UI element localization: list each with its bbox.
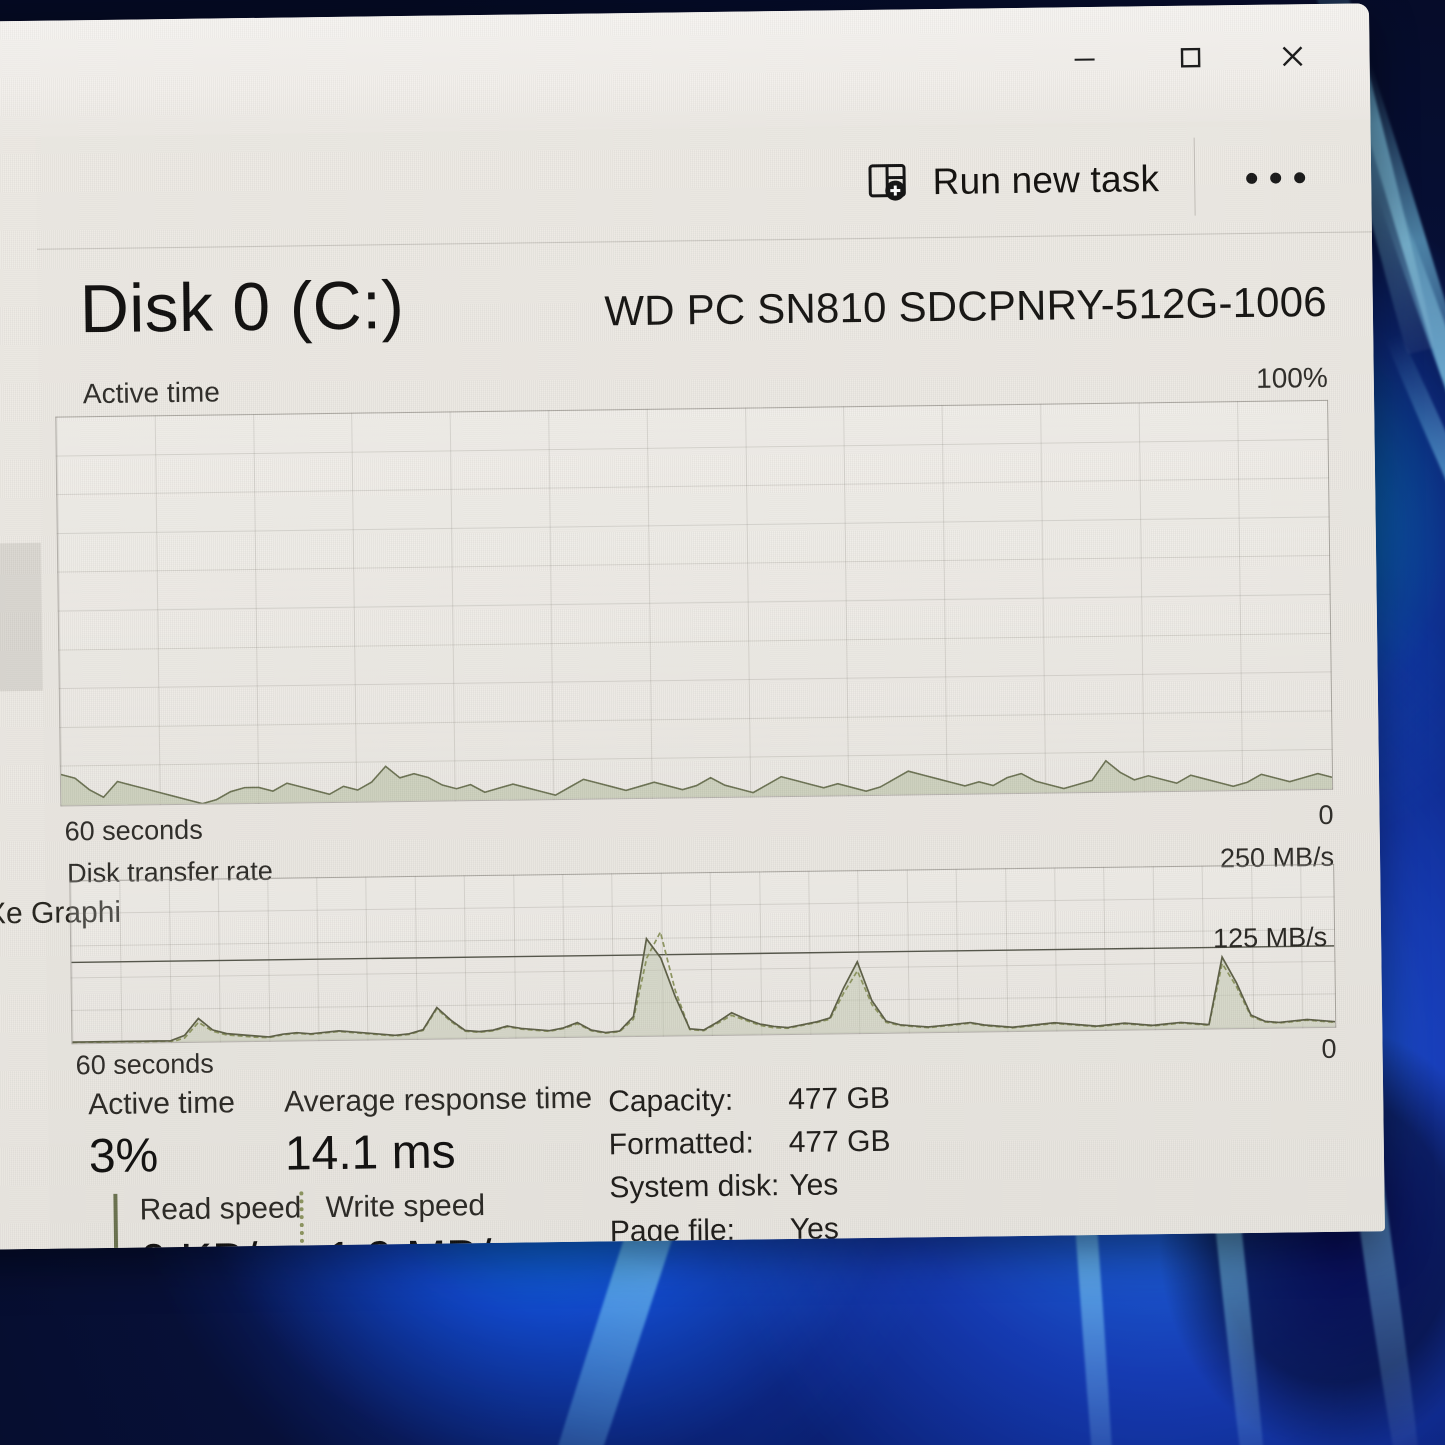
run-new-task-label: Run new task <box>932 158 1160 203</box>
stat-label: Active time <box>87 1086 236 1122</box>
stat-read-speed: Read speed 0 KB/s <box>113 1191 303 1253</box>
sidebar-item-cpu[interactable]: U 1.60 GHz <box>0 259 39 383</box>
page-title: Disk 0 (C:) <box>79 267 405 348</box>
toolbar-separator <box>1193 137 1196 216</box>
active-time-max: 100% <box>1255 361 1328 394</box>
info-value: 477 GB <box>788 1124 891 1160</box>
sidebar-item-label: Vi-Fi <box>0 707 44 751</box>
info-key: System disk: <box>609 1169 780 1205</box>
sidebar-item-label: sk 0 (C:) <box>0 543 41 587</box>
ellipsis-dot <box>1245 172 1257 184</box>
active-time-graph <box>55 399 1334 807</box>
sidebar-item-label: U <box>0 259 38 303</box>
active-axis-right-label: 0 <box>1318 799 1334 830</box>
disk-detail-panel: Disk 0 (C:) WD PC SN810 SDCPNRY-512G-100… <box>37 231 1385 1253</box>
maximize-icon <box>1180 47 1201 68</box>
active-time-label: Active time <box>82 376 221 410</box>
info-value: 477 GB <box>787 1081 891 1117</box>
sidebar-item-usage: 0% <box>0 933 46 975</box>
sidebar-item-label: GPU 0 <box>0 853 45 897</box>
disk-info-table: Capacity: 477 GB Formatted: 477 GB Syste… <box>608 1080 893 1253</box>
window-plus-icon <box>868 163 907 201</box>
window-titlebar[interactable] <box>0 3 1371 141</box>
stat-label: Read speed <box>139 1191 302 1227</box>
mid-reference-line <box>71 946 1334 963</box>
stat-label: Write speed <box>325 1189 486 1225</box>
panel-header: Disk 0 (C:) WD PC SN810 SDCPNRY-512G-100… <box>79 254 1327 354</box>
stat-average-response-time: Average response time 14.1 ms <box>284 1082 593 1185</box>
sidebar-item-detail: ntel(R) Iris(R) Xe Graphi <box>0 894 121 936</box>
task-manager-window: U 1.60 GHz emory /15.7 GB (40%) sk 0 (C:… <box>0 3 1385 1253</box>
sidebar-item-detail: SD <box>0 584 42 626</box>
minimize-button[interactable] <box>1045 21 1124 98</box>
ellipsis-dot <box>1293 171 1305 183</box>
sidebar-item-gpu[interactable]: GPU 0 ntel(R) Iris(R) Xe Graphi 0% <box>0 853 121 1017</box>
sidebar-item-wifi[interactable]: Vi-Fi Vi-Fi : 0 R: 0 Kbps <box>0 707 45 871</box>
disk-transfer-rate-plot <box>70 865 1335 1044</box>
disk-statistics: Active time 3% Average response time 14.… <box>88 1072 1345 1253</box>
stat-label: Average response time <box>283 1081 593 1119</box>
more-options-button[interactable] <box>1227 146 1324 209</box>
stat-value: 14.1 ms <box>284 1124 456 1181</box>
stat-value: 3% <box>88 1128 159 1183</box>
sidebar-item-detail: 1.60 GHz <box>0 300 38 342</box>
stat-active-time: Active time 3% <box>88 1086 236 1186</box>
active-time-axis: 60 seconds 0 <box>64 798 1333 849</box>
ellipsis-dot <box>1269 172 1281 184</box>
close-button[interactable] <box>1253 18 1332 95</box>
sidebar-item-disk[interactable]: sk 0 (C:) SD % <box>0 542 43 695</box>
maximize-button[interactable] <box>1151 19 1230 96</box>
sidebar-item-throughput: : 0 R: 0 Kbps <box>0 787 45 829</box>
close-icon <box>1282 46 1303 67</box>
sidebar-item-usage: % <box>0 623 42 665</box>
rate-axis-right-label: 0 <box>1321 1033 1337 1064</box>
table-row: Formatted: 477 GB <box>609 1123 891 1164</box>
info-key: Capacity: <box>607 1083 734 1119</box>
table-row: Capacity: 477 GB <box>608 1080 890 1121</box>
sidebar-item-detail: /15.7 GB (40%) <box>0 446 40 488</box>
toolbar: Run new task <box>35 119 1372 250</box>
sidebar-item-label: emory <box>0 405 40 449</box>
device-model-name: WD PC SN810 SDCPNRY-512G-1006 <box>604 277 1328 335</box>
sidebar-item-detail: Vi-Fi <box>0 748 44 790</box>
sidebar-item-memory[interactable]: emory /15.7 GB (40%) <box>0 405 41 529</box>
disk-transfer-rate-graph <box>69 863 1337 1045</box>
info-key: Formatted: <box>608 1126 755 1162</box>
info-value: Yes <box>789 1168 839 1203</box>
run-new-task-button[interactable]: Run new task <box>852 146 1173 216</box>
active-time-plot <box>56 401 1332 806</box>
active-axis-left-label: 60 seconds <box>64 814 203 846</box>
stat-write-speed: Write speed 1.9 MB/s <box>299 1188 517 1253</box>
mid-reference-label: 125 MB/s <box>1212 921 1328 954</box>
table-row: System disk: Yes <box>609 1166 891 1207</box>
rate-axis-left-label: 60 seconds <box>75 1048 214 1080</box>
minimize-icon <box>1074 58 1095 61</box>
screenshot-root: U 1.60 GHz emory /15.7 GB (40%) sk 0 (C:… <box>0 0 1445 1445</box>
